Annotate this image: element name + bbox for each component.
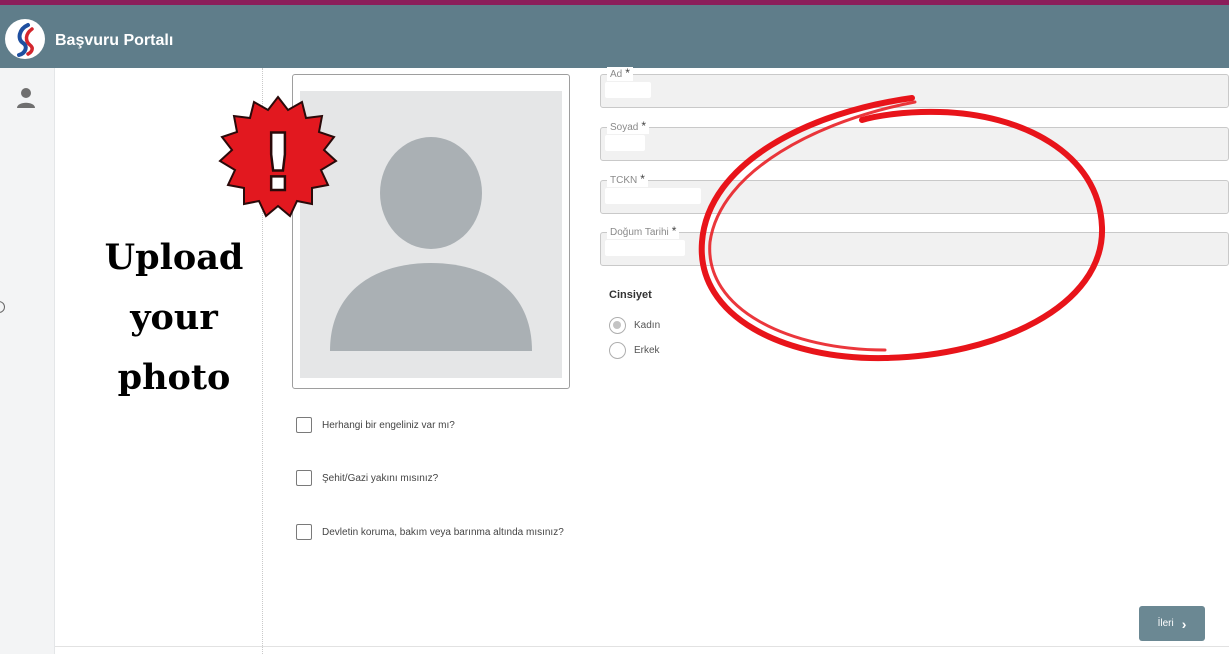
martyr-veteran-checkbox[interactable] <box>296 470 312 486</box>
gender-label-female: Kadın <box>634 320 661 331</box>
tckn-label: TCKN * <box>607 173 648 187</box>
app-header <box>0 5 1229 68</box>
warning-badge-icon: ! <box>218 95 338 218</box>
gender-radio-male[interactable] <box>609 342 626 359</box>
birth-date-label: Doğum Tarihi * <box>607 225 680 239</box>
surname-label: Soyad * <box>607 120 650 134</box>
app-title: Başvuru Portalı <box>55 32 174 49</box>
upload-line-3: photo <box>117 357 231 398</box>
sidebar <box>0 68 55 654</box>
upload-line-2: your <box>130 297 218 338</box>
upload-photo-callout: Upload your photo <box>88 228 260 408</box>
upload-line-1: Upload <box>104 237 244 278</box>
next-button-label: İleri <box>1157 618 1174 629</box>
redacted-value <box>605 135 645 151</box>
bottom-divider <box>55 646 1229 647</box>
state-care-checkbox[interactable] <box>296 524 312 540</box>
gender-radio-female[interactable] <box>609 317 626 334</box>
redacted-value <box>605 82 651 98</box>
disability-checkbox[interactable] <box>296 417 312 433</box>
exclamation-mark: ! <box>260 119 296 209</box>
first-name-label: Ad * <box>607 67 633 81</box>
chevron-right-icon: › <box>1181 615 1187 632</box>
state-care-label: Devletin koruma, bakım veya barınma altı… <box>322 527 564 538</box>
user-profile-icon[interactable] <box>15 86 37 110</box>
gender-label-male: Erkek <box>634 345 660 356</box>
gender-title: Cinsiyet <box>609 289 652 301</box>
portal-logo-icon <box>5 19 45 59</box>
redacted-value <box>605 240 685 256</box>
next-button[interactable]: İleri › <box>1139 606 1205 641</box>
redacted-value <box>605 188 701 204</box>
martyr-veteran-label: Şehit/Gazi yakını mısınız? <box>322 473 439 484</box>
disability-label: Herhangi bir engeliniz var mı? <box>322 420 455 431</box>
red-circle-annotation <box>698 95 1106 362</box>
